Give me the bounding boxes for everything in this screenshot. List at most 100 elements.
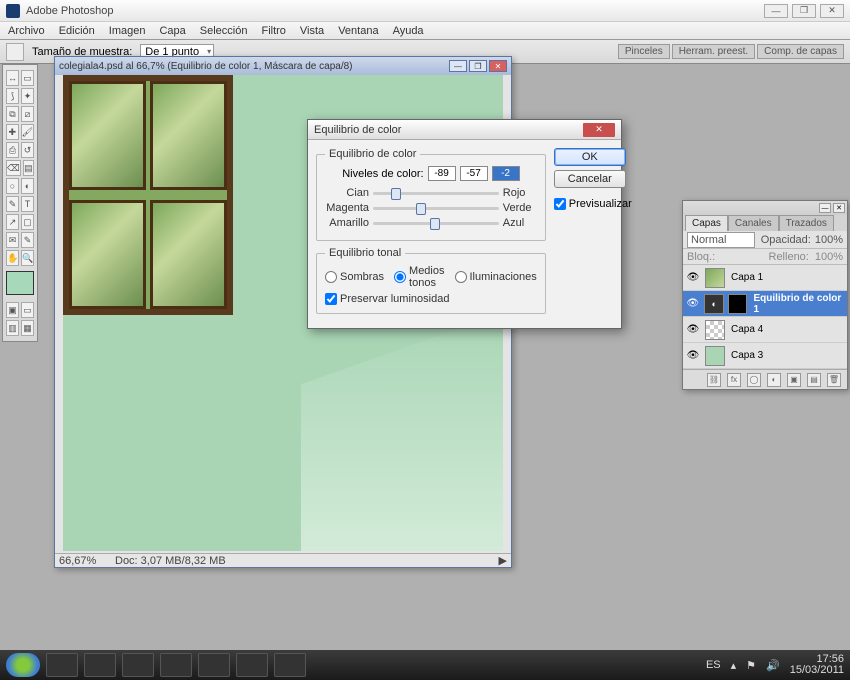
layer-name[interactable]: Capa 4 bbox=[727, 324, 763, 335]
adjustment-layer-icon[interactable]: ◐ bbox=[767, 373, 781, 387]
ok-button[interactable]: OK bbox=[554, 148, 626, 166]
taskbar-item-chrome[interactable] bbox=[236, 653, 268, 677]
move-tool[interactable]: ↔ bbox=[6, 70, 19, 86]
tab-pinceles[interactable]: Pinceles bbox=[618, 44, 670, 59]
adjustment-icon[interactable]: ◐ bbox=[704, 294, 724, 314]
extra-toggle-1[interactable]: ▥ bbox=[6, 320, 19, 336]
slider-track-1[interactable] bbox=[373, 192, 499, 195]
layer-row[interactable]: Capa 4 bbox=[683, 317, 847, 343]
doc-maximize-button[interactable]: ❐ bbox=[469, 60, 487, 72]
visibility-toggle[interactable] bbox=[683, 324, 703, 335]
crop-tool[interactable]: ⧉ bbox=[6, 106, 19, 122]
heal-tool[interactable]: ✚ bbox=[6, 124, 19, 140]
tray-up-icon[interactable]: ▴ bbox=[731, 659, 737, 672]
layer-name[interactable]: Capa 1 bbox=[727, 272, 763, 283]
gradient-tool[interactable]: ▤ bbox=[23, 160, 34, 176]
doc-close-button[interactable]: ✕ bbox=[489, 60, 507, 72]
menu-edicion[interactable]: Edición bbox=[53, 23, 101, 39]
slice-tool[interactable]: ⧄ bbox=[21, 106, 34, 122]
screenmode-toggle[interactable]: ▭ bbox=[21, 302, 34, 318]
slider-track-3[interactable] bbox=[373, 222, 499, 225]
lasso-tool[interactable]: ⟆ bbox=[6, 88, 19, 104]
layer-row[interactable]: ◐ Equilibrio de color 1 bbox=[683, 291, 847, 317]
slider-track-2[interactable] bbox=[373, 207, 499, 210]
taskbar-item-ie[interactable] bbox=[46, 653, 78, 677]
taskbar-item-explorer[interactable] bbox=[84, 653, 116, 677]
taskbar-item-app1[interactable] bbox=[160, 653, 192, 677]
tab-trazados[interactable]: Trazados bbox=[779, 215, 834, 231]
history-brush-tool[interactable]: ↺ bbox=[21, 142, 34, 158]
eyedropper-tool[interactable]: ✎ bbox=[21, 232, 34, 248]
zoom-tool[interactable]: 🔍 bbox=[21, 250, 34, 266]
menu-ayuda[interactable]: Ayuda bbox=[387, 23, 430, 39]
doc-minimize-button[interactable]: — bbox=[449, 60, 467, 72]
dodge-tool[interactable]: ◐ bbox=[21, 178, 34, 194]
slider-thumb-1[interactable] bbox=[391, 188, 401, 200]
mask-icon[interactable]: ◯ bbox=[747, 373, 761, 387]
new-layer-icon[interactable]: ▤ bbox=[807, 373, 821, 387]
quickmask-toggle[interactable]: ▣ bbox=[6, 302, 19, 318]
menu-capa[interactable]: Capa bbox=[153, 23, 191, 39]
taskbar-item-mediaplayer[interactable] bbox=[122, 653, 154, 677]
opacity-value[interactable]: 100% bbox=[815, 234, 843, 246]
blend-mode-dropdown[interactable]: Normal bbox=[687, 232, 755, 248]
slider-thumb-3[interactable] bbox=[430, 218, 440, 230]
clock[interactable]: 17:56 15/03/2011 bbox=[790, 654, 844, 676]
visibility-toggle[interactable] bbox=[683, 298, 702, 309]
start-button[interactable] bbox=[6, 653, 40, 677]
path-tool[interactable]: ↗ bbox=[6, 214, 19, 230]
fx-icon[interactable]: fx bbox=[727, 373, 741, 387]
extra-toggle-2[interactable]: ▦ bbox=[21, 320, 34, 336]
zoom-level[interactable]: 66,67% bbox=[59, 555, 107, 567]
hand-tool[interactable]: ✋ bbox=[6, 250, 19, 266]
text-tool[interactable]: T bbox=[21, 196, 34, 212]
layer-name[interactable]: Capa 3 bbox=[727, 350, 763, 361]
tab-comp-capas[interactable]: Comp. de capas bbox=[757, 44, 844, 59]
mask-thumb[interactable] bbox=[728, 294, 748, 314]
language-indicator[interactable]: ES bbox=[706, 659, 721, 671]
layer-row[interactable]: Capa 3 bbox=[683, 343, 847, 369]
stamp-tool[interactable]: ⎙ bbox=[6, 142, 19, 158]
layer-thumb[interactable] bbox=[705, 320, 725, 340]
level-cyan-input[interactable] bbox=[428, 166, 456, 181]
panel-close-button[interactable]: ✕ bbox=[833, 203, 845, 213]
preserve-luminosity-checkbox[interactable]: Preservar luminosidad bbox=[325, 293, 537, 305]
layer-thumb[interactable] bbox=[705, 346, 725, 366]
volume-icon[interactable]: 🔊 bbox=[766, 659, 780, 672]
menu-imagen[interactable]: Imagen bbox=[103, 23, 152, 39]
taskbar-item-photoshop[interactable] bbox=[274, 653, 306, 677]
level-yellow-input[interactable] bbox=[492, 166, 520, 181]
taskbar-item-app2[interactable] bbox=[198, 653, 230, 677]
menu-ventana[interactable]: Ventana bbox=[332, 23, 384, 39]
menu-vista[interactable]: Vista bbox=[294, 23, 330, 39]
visibility-toggle[interactable] bbox=[683, 350, 703, 361]
menu-archivo[interactable]: Archivo bbox=[2, 23, 51, 39]
cancel-button[interactable]: Cancelar bbox=[554, 170, 626, 188]
foreground-color-swatch[interactable] bbox=[6, 271, 34, 295]
eyedropper-icon[interactable] bbox=[6, 43, 24, 61]
visibility-toggle[interactable] bbox=[683, 272, 703, 283]
scroll-arrow-icon[interactable]: ▶ bbox=[499, 554, 507, 567]
link-layers-icon[interactable]: ⛓ bbox=[707, 373, 721, 387]
brush-tool[interactable]: 🖌 bbox=[21, 124, 34, 140]
minimize-button[interactable]: — bbox=[764, 4, 788, 18]
flag-icon[interactable]: ⚑ bbox=[746, 659, 756, 672]
tab-canales[interactable]: Canales bbox=[728, 215, 779, 231]
panel-minimize-button[interactable]: — bbox=[819, 203, 831, 213]
wand-tool[interactable]: ✦ bbox=[21, 88, 34, 104]
folder-icon[interactable]: ▣ bbox=[787, 373, 801, 387]
radio-shadows[interactable]: Sombras bbox=[325, 271, 384, 283]
tab-capas[interactable]: Capas bbox=[685, 215, 728, 231]
preview-checkbox[interactable]: Previsualizar bbox=[554, 198, 626, 210]
slider-thumb-2[interactable] bbox=[416, 203, 426, 215]
fill-value[interactable]: 100% bbox=[815, 251, 843, 263]
close-button[interactable]: ✕ bbox=[820, 4, 844, 18]
menu-seleccion[interactable]: Selección bbox=[194, 23, 254, 39]
eraser-tool[interactable]: ⌫ bbox=[6, 160, 21, 176]
maximize-button[interactable]: ❐ bbox=[792, 4, 816, 18]
layer-row[interactable]: Capa 1 bbox=[683, 265, 847, 291]
blur-tool[interactable]: ○ bbox=[6, 178, 19, 194]
marquee-tool[interactable]: ▭ bbox=[21, 70, 34, 86]
trash-icon[interactable]: 🗑 bbox=[827, 373, 841, 387]
menu-filtro[interactable]: Filtro bbox=[255, 23, 291, 39]
